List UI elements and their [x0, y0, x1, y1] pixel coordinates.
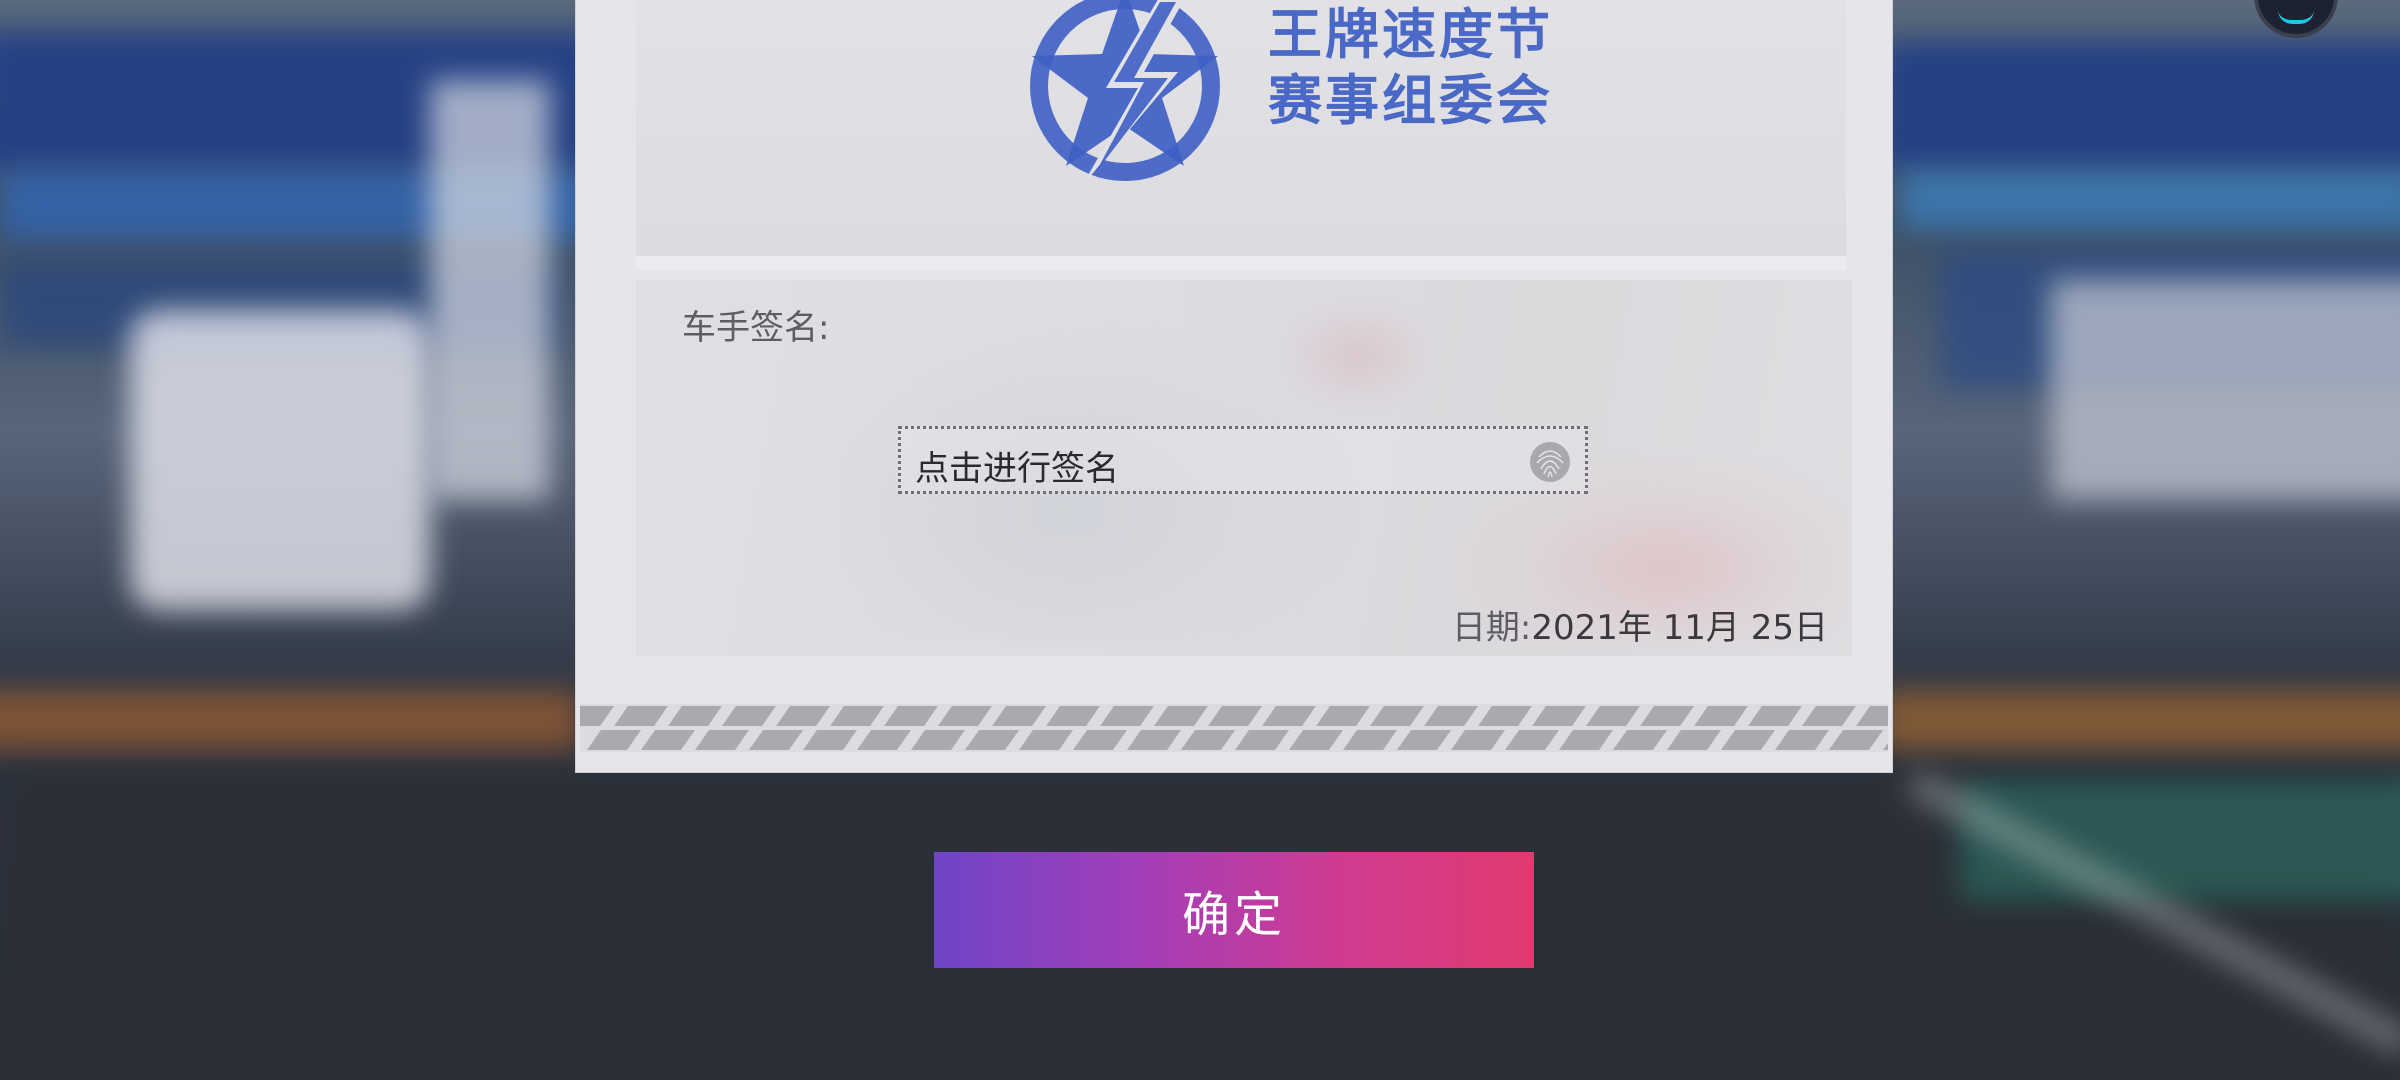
fingerprint-icon: [1530, 442, 1570, 482]
date-label: 日期:: [1451, 608, 1532, 648]
document-header-area: 王牌速度节 赛事组委会: [636, 0, 1846, 270]
date-value: 2021年 11月 25日: [1531, 608, 1828, 648]
confirm-button[interactable]: 确定: [934, 852, 1534, 968]
registration-document-card: 王牌速度节 赛事组委会 车手签名: 点击进行签名 日期:2021年 11月 25…: [576, 0, 1892, 772]
driver-signature-label: 车手签名:: [682, 308, 830, 348]
checkered-flag-strip: [580, 704, 1888, 752]
signature-input-box[interactable]: 点击进行签名: [898, 426, 1588, 494]
stamp-line-1: 王牌速度节: [1268, 3, 1553, 66]
signature-prompt: 点击进行签名: [915, 449, 1119, 489]
organizer-stamp-title: 王牌速度节 赛事组委会: [1268, 2, 1628, 134]
progress-arc-icon: [2278, 10, 2314, 24]
signature-section: 车手签名: 点击进行签名 日期:2021年 11月 25日: [636, 280, 1852, 656]
signing-date: 日期:2021年 11月 25日: [1452, 600, 1828, 649]
lightning-star-logo-icon: [1030, 0, 1220, 186]
stamp-line-2: 赛事组委会: [1268, 69, 1553, 132]
